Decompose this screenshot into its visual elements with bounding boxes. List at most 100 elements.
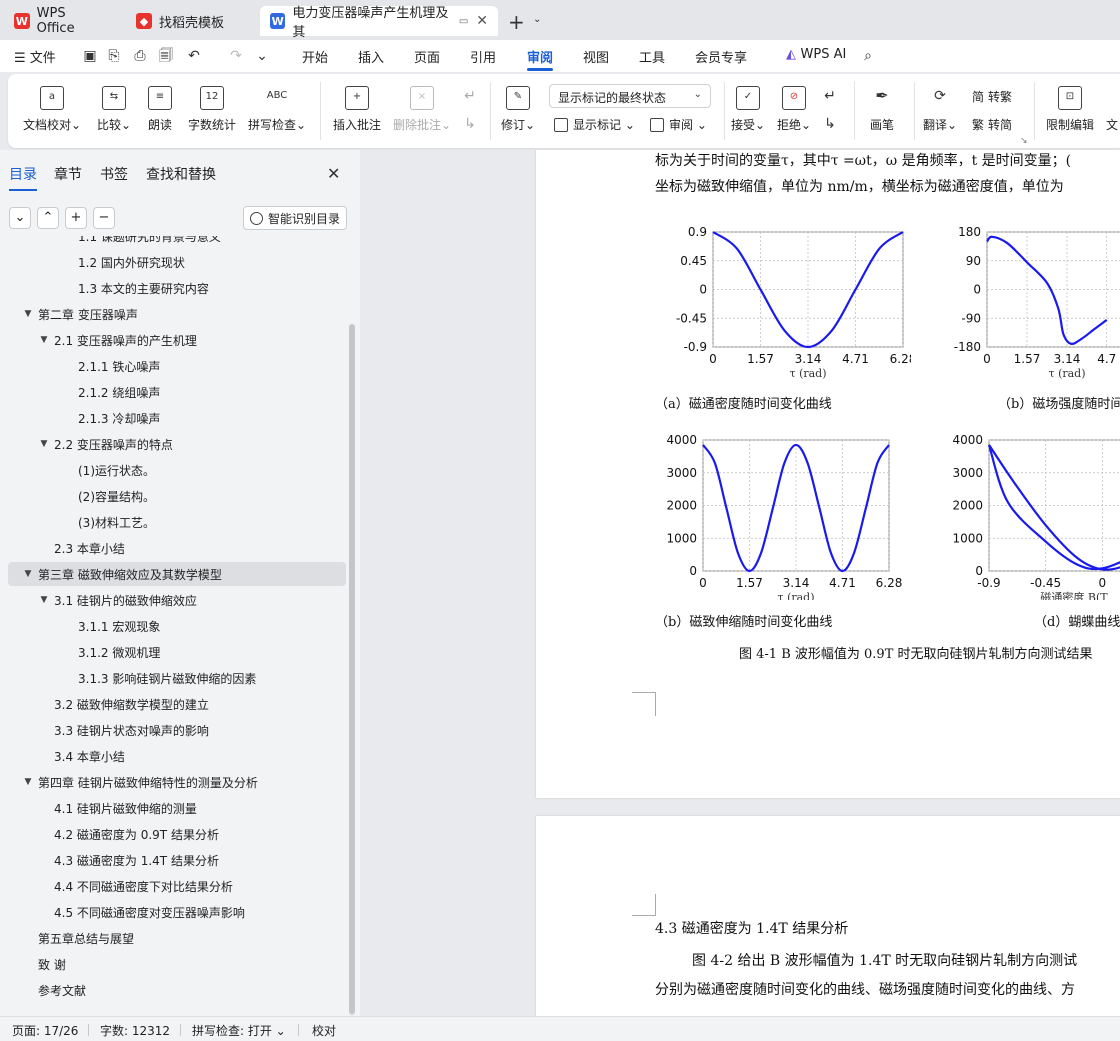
toc-item[interactable]: (3)材料工艺。 [8,510,346,534]
toc-item[interactable]: ▼ 2.2 变压器噪声的特点 [8,432,346,456]
export-icon[interactable]: ⎘ [106,48,122,64]
menu-member[interactable]: 会员专享 [695,47,747,66]
pen-button[interactable]: ✒ 画笔 [864,86,900,133]
menu-home[interactable]: 开始 [302,47,328,66]
toc-item[interactable]: (2)容量结构。 [8,484,346,508]
chart-flux-density[interactable]: 0.90.450-0.45-0.901.573.144.716.28τ (rad… [651,220,911,380]
body-text[interactable]: 图 4-2 给出 B 波形幅值为 1.4T 时无取向硅钢片轧制方向测试 [692,950,1077,970]
menu-page[interactable]: 页面 [414,47,440,66]
expand-arrow-icon[interactable]: ▼ [22,569,34,579]
menu-tools[interactable]: 工具 [639,47,665,66]
word-count-status[interactable]: 字数: 12312 [100,1022,170,1039]
to-traditional-button[interactable]: 简转繁 [972,88,1012,105]
toc-item[interactable]: 2.3 本章小结 [8,536,346,560]
next-comment-icon[interactable]: ↳ [462,116,478,132]
remove-heading-button[interactable]: − [93,207,115,229]
toc-item[interactable]: ▼ 3.1 硅钢片的磁致伸缩效应 [8,588,346,612]
toc-item[interactable]: 3.3 硅钢片状态对噪声的影响 [8,718,346,742]
review-pane-button[interactable]: 审阅 ⌄ [650,116,707,133]
redo-icon[interactable]: ↷ [228,48,244,64]
markup-state-select[interactable]: 显示标记的最终状态 ⌄ [549,84,711,108]
chevron-down-icon[interactable]: ⌄ [533,14,541,25]
toc-item[interactable]: 1.2 国内外研究现状 [8,250,346,274]
prev-change-icon[interactable]: ↵ [822,88,838,104]
toc-item[interactable]: (1)运行状态。 [8,458,346,482]
collapse-all-button[interactable]: ⌃ [37,207,59,229]
toc-item[interactable]: 3.1.3 影响硅钢片磁致伸缩的因素 [8,666,346,690]
toc-item[interactable]: ▼ 第三章 磁致伸缩效应及其数学模型 [8,562,346,586]
toc-item[interactable]: 3.4 本章小结 [8,744,346,768]
menu-wps-ai[interactable]: ◭ WPS AI [786,47,846,62]
toc-item[interactable]: 4.1 硅钢片磁致伸缩的测量 [8,796,346,820]
document-canvas[interactable]: 标为关于时间的变量τ，其中τ =ωt，ω 是角频率，t 是时间变量；( 坐标为磁… [360,150,1120,1016]
toc-item[interactable]: 第五章总结与展望 [8,926,346,950]
translate-button[interactable]: ⟳ 翻译⌄ [920,86,960,133]
tab-document[interactable]: W 电力变压器噪声产生机理及其 ▭ ✕ [260,6,498,40]
reject-button[interactable]: ⊘ 拒绝⌄ [776,86,812,133]
more-chevron-icon[interactable]: ⌄ [254,48,270,64]
print-preview-icon[interactable]: 🗐 [158,48,174,64]
toc-item[interactable]: 4.5 不同磁通密度对变压器噪声影响 [8,900,346,924]
add-tab-icon[interactable]: + [508,10,525,34]
print-icon[interactable]: ⎙ [132,48,148,64]
doc-check-button[interactable]: a 文档校对⌄ [22,86,82,133]
toc-item[interactable]: 2.1.2 绕组噪声 [8,380,346,404]
spell-check-button[interactable]: ABC 拼写检查⌄ [246,86,308,133]
menu-review[interactable]: 审阅 [527,47,553,66]
document-partial-button[interactable]: 文 [1102,86,1120,133]
section-heading[interactable]: 4.3 磁通密度为 1.4T 结果分析 [655,918,848,938]
toc-item[interactable]: 参考文献 [8,978,346,1002]
spell-check-status[interactable]: 拼写检查: 打开 ⌄ [192,1022,286,1039]
chart-magnetostriction[interactable]: 4000 3000 2000 1000 00 1.57 3.14 4.71 6.28 τ (rad… [651,430,911,600]
toc-item[interactable]: 致 谢 [8,952,346,976]
tab-toc[interactable]: 目录 [9,164,37,184]
document-page[interactable]: 4.3 磁通密度为 1.4T 结果分析 图 4-2 给出 B 波形幅值为 1.4… [536,816,1120,1016]
tab-wps-office[interactable]: W WPS Office [4,6,116,36]
chart-field-strength[interactable]: 180900-90-1800 1.57 3.14 4.7τ (rad) [941,220,1120,380]
proof-status[interactable]: 校对 [312,1022,336,1039]
search-icon[interactable]: ⌕ [860,48,876,64]
toc-item[interactable]: 2.1.3 冷却噪声 [8,406,346,430]
close-icon[interactable]: ✕ [327,164,340,183]
add-heading-button[interactable]: + [65,207,87,229]
smart-toc-button[interactable]: 智能识别目录 [243,206,347,230]
toc-item[interactable]: 1.3 本文的主要研究内容 [8,276,346,300]
expand-all-button[interactable]: ⌄ [9,207,31,229]
tab-chapters[interactable]: 章节 [54,164,82,184]
delete-comment-button[interactable]: × 删除批注⌄ [392,86,452,133]
body-text[interactable]: 标为关于时间的变量τ，其中τ =ωt，ω 是角频率，t 是时间变量；( [655,150,1071,170]
revise-button[interactable]: ✎ 修订⌄ [498,86,538,133]
toc-item[interactable]: 3.1.2 微观机理 [8,640,346,664]
window-icon[interactable]: ▭ [459,16,468,27]
tab-docer[interactable]: ◆ 找稻壳模板 [126,6,254,36]
page-indicator[interactable]: 页面: 17/26 [12,1022,78,1039]
toc-item[interactable]: 3.2 磁致伸缩数学模型的建立 [8,692,346,716]
toc-item[interactable]: ▼ 第二章 变压器噪声 [8,302,346,326]
restrict-edit-button[interactable]: ⊡ 限制编辑 [1042,86,1098,133]
menu-file[interactable]: ☰ 文件 [14,47,56,66]
body-text[interactable]: 坐标为磁致伸缩值，单位为 nm/m，横坐标为磁通密度值，单位为 [655,176,1064,196]
chart-butterfly[interactable]: 40003000200010000-0.9-0.4500.45磁通密度 B(T [941,430,1120,600]
next-change-icon[interactable]: ↳ [822,116,838,132]
to-simplified-button[interactable]: 繁转简 [972,116,1012,133]
expand-arrow-icon[interactable]: ▼ [22,777,34,787]
insert-comment-button[interactable]: + 插入批注 [328,86,386,133]
expand-arrow-icon[interactable]: ▼ [22,309,34,319]
toc-item[interactable]: 2.1.1 铁心噪声 [8,354,346,378]
prev-comment-icon[interactable]: ↵ [462,88,478,104]
toc-item[interactable]: 4.3 磁通密度为 1.4T 结果分析 [8,848,346,872]
save-icon[interactable]: ▣ [82,48,98,64]
expand-arrow-icon[interactable]: ▼ [38,335,50,345]
word-count-button[interactable]: 12 字数统计 [184,86,240,133]
close-icon[interactable]: ✕ [476,13,488,29]
menu-references[interactable]: 引用 [470,47,496,66]
scrollbar-thumb[interactable] [349,324,355,1014]
toc-item[interactable]: 4.2 磁通密度为 0.9T 结果分析 [8,822,346,846]
compare-button[interactable]: ⇆ 比较⌄ [92,86,136,133]
menu-view[interactable]: 视图 [583,47,609,66]
body-text[interactable]: 分别为磁通密度随时间变化的曲线、磁场强度随时间变化的曲线、方 [655,979,1075,999]
tab-find-replace[interactable]: 查找和替换 [146,164,216,184]
accept-button[interactable]: ✓ 接受⌄ [730,86,766,133]
expand-arrow-icon[interactable]: ▼ [38,439,50,449]
tab-bookmarks[interactable]: 书签 [100,164,128,184]
